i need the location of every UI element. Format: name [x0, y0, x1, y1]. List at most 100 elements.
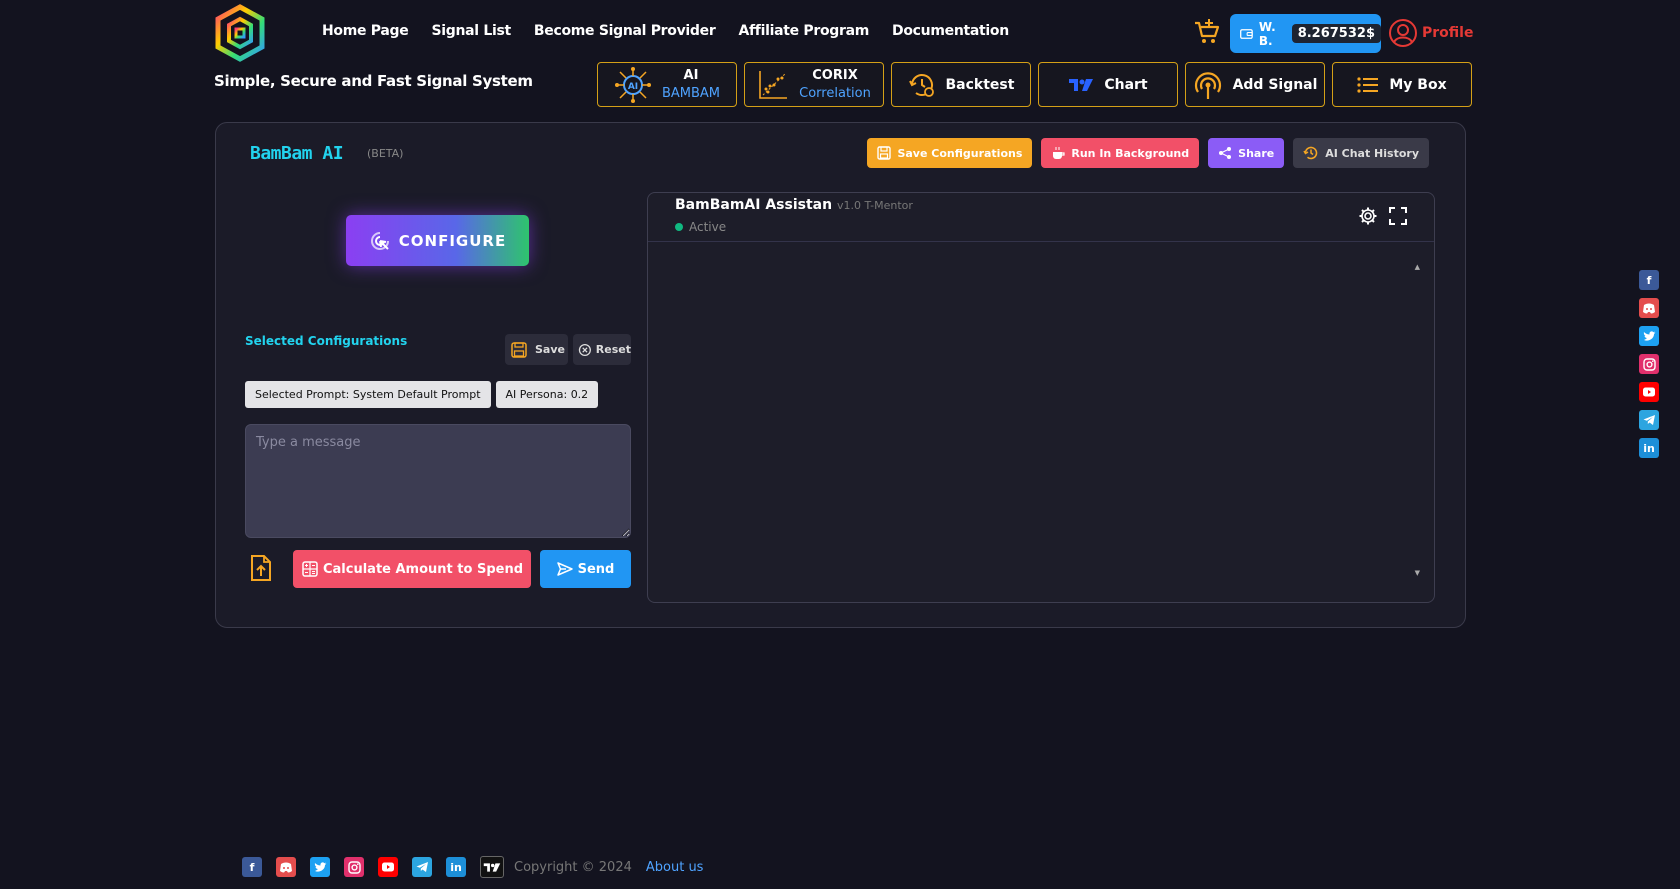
footer: f in Copyright © 2024 About us [242, 856, 703, 878]
history-gear-icon [908, 73, 934, 97]
fullscreen-icon[interactable] [1388, 206, 1408, 226]
save-config-button[interactable]: Save [505, 334, 568, 365]
about-us-link[interactable]: About us [646, 860, 704, 875]
main-nav: Home Page Signal List Become Signal Prov… [322, 23, 1009, 39]
tool-corix-line2: Correlation [799, 85, 871, 101]
tool-chart-button[interactable]: Chart [1038, 62, 1178, 107]
configure-label: CONFIGURE [398, 231, 507, 250]
instagram-icon[interactable] [344, 857, 364, 877]
selected-config-chips: Selected Prompt: System Default Prompt A… [245, 381, 599, 408]
instagram-icon[interactable] [1639, 354, 1659, 374]
tool-corix-correlation-button[interactable]: CORIX Correlation [744, 62, 884, 107]
user-avatar-icon [1389, 19, 1417, 47]
youtube-icon[interactable] [1639, 382, 1659, 402]
card-actions: Save Configurations Run In Background Sh… [867, 138, 1429, 168]
tradingview-icon[interactable] [480, 856, 504, 878]
gear-icon[interactable] [1358, 206, 1378, 226]
nav-home-page[interactable]: Home Page [322, 23, 409, 39]
selected-prompt-chip[interactable]: Selected Prompt: System Default Prompt [245, 381, 491, 408]
nav-become-signal-provider[interactable]: Become Signal Provider [534, 23, 716, 39]
share-label: Share [1238, 146, 1275, 160]
ai-persona-chip[interactable]: AI Persona: 0.2 [495, 381, 599, 408]
file-upload-icon[interactable] [249, 554, 273, 582]
brand-logo-icon[interactable] [214, 4, 266, 62]
telegram-icon[interactable] [412, 857, 432, 877]
message-input[interactable] [245, 424, 631, 538]
reset-config-button[interactable]: Reset [573, 334, 631, 365]
tool-backtest-label: Backtest [945, 76, 1015, 93]
close-circle-icon [578, 343, 591, 356]
share-button[interactable]: Share [1208, 138, 1285, 168]
tool-backtest-button[interactable]: Backtest [891, 62, 1031, 107]
assistant-name-wrap: BamBamAI Assistan v1.0 T-Mentor [675, 197, 913, 213]
linkedin-icon[interactable]: in [446, 857, 466, 877]
save-configurations-button[interactable]: Save Configurations [867, 138, 1033, 168]
tool-chart-label: Chart [1104, 76, 1148, 93]
copyright-text: Copyright © 2024 [514, 859, 632, 875]
calculate-amount-label: Calculate Amount to Spend [322, 561, 524, 577]
status-dot [675, 223, 683, 231]
send-button[interactable]: Send [540, 550, 631, 588]
save-configurations-label: Save Configurations [897, 146, 1023, 160]
share-icon [1219, 147, 1232, 159]
tool-my-box-label: My Box [1389, 76, 1447, 93]
tool-ai-line1: AI [683, 67, 699, 83]
send-label: Send [577, 561, 615, 577]
wallet-amount: 8.267532$ [1291, 24, 1381, 43]
nav-documentation[interactable]: Documentation [892, 23, 1009, 39]
telegram-icon[interactable] [1639, 410, 1659, 430]
scatter-chart-icon [759, 70, 788, 99]
card-title: BamBam AI [250, 143, 344, 164]
assistant-status: Active [675, 220, 726, 234]
wallet-icon [1240, 28, 1253, 39]
assistant-chat-header: BamBamAI Assistan v1.0 T-Mentor Active [648, 193, 1434, 242]
save-config-label: Save [535, 343, 565, 356]
scroll-up-arrow-icon[interactable]: ▲ [1415, 263, 1420, 271]
scroll-down-arrow-icon[interactable]: ▼ [1415, 569, 1420, 577]
run-in-background-button[interactable]: Run In Background [1041, 138, 1200, 168]
assistant-name: BamBamAI Assistan [675, 197, 833, 213]
tool-add-signal-button[interactable]: Add Signal [1185, 62, 1325, 107]
tool-add-signal-label: Add Signal [1232, 76, 1318, 93]
calculate-amount-button[interactable]: Calculate Amount to Spend [293, 550, 531, 588]
tool-ai-line2: BAMBAM [661, 85, 721, 101]
profile-link[interactable]: Profile [1388, 18, 1473, 48]
facebook-icon[interactable]: f [242, 857, 262, 877]
discord-icon[interactable] [276, 857, 296, 877]
calculator-icon [302, 561, 318, 577]
nav-affiliate-program[interactable]: Affiliate Program [738, 23, 869, 39]
tool-ai-bambam-button[interactable]: AI AI BAMBAM [597, 62, 737, 107]
tradingview-icon [1069, 78, 1094, 91]
configure-button[interactable]: CONFIGURE [346, 215, 529, 266]
nav-signal-list[interactable]: Signal List [431, 23, 511, 39]
svg-text:AI: AI [628, 82, 638, 92]
send-icon [556, 562, 573, 576]
cart-icon[interactable] [1193, 18, 1221, 46]
twitter-icon[interactable] [310, 857, 330, 877]
reset-config-label: Reset [595, 343, 631, 356]
history-icon [1303, 146, 1318, 160]
linkedin-icon[interactable]: in [1639, 438, 1659, 458]
selected-configurations-heading: Selected Configurations [245, 334, 408, 348]
ai-chip-icon: AI [614, 66, 651, 103]
ai-chat-history-label: AI Chat History [1325, 146, 1419, 160]
wallet-balance-button[interactable]: W. B. 8.267532$ [1230, 14, 1381, 53]
wallet-label: W. B. [1258, 19, 1276, 48]
beta-badge: (BETA) [367, 147, 404, 160]
coffee-cup-icon [1053, 147, 1065, 159]
floppy-icon [511, 341, 527, 358]
discord-icon[interactable] [1639, 298, 1659, 318]
assistant-chat-panel: BamBamAI Assistan v1.0 T-Mentor Active ▲… [647, 192, 1435, 603]
signal-broadcast-icon [1194, 71, 1221, 99]
tool-bar: AI AI BAMBAM CORIX Correlation Backtest … [597, 62, 1472, 107]
list-icon [1357, 76, 1379, 93]
run-in-background-label: Run In Background [1071, 146, 1190, 160]
facebook-icon[interactable]: f [1639, 270, 1659, 290]
tool-corix-line1: CORIX [812, 67, 858, 83]
tool-my-box-button[interactable]: My Box [1332, 62, 1472, 107]
side-social-links: f in [1639, 270, 1659, 458]
twitter-icon[interactable] [1639, 326, 1659, 346]
ai-chat-history-button[interactable]: AI Chat History [1293, 138, 1429, 168]
pointer-click-icon [370, 231, 389, 250]
youtube-icon[interactable] [378, 857, 398, 877]
